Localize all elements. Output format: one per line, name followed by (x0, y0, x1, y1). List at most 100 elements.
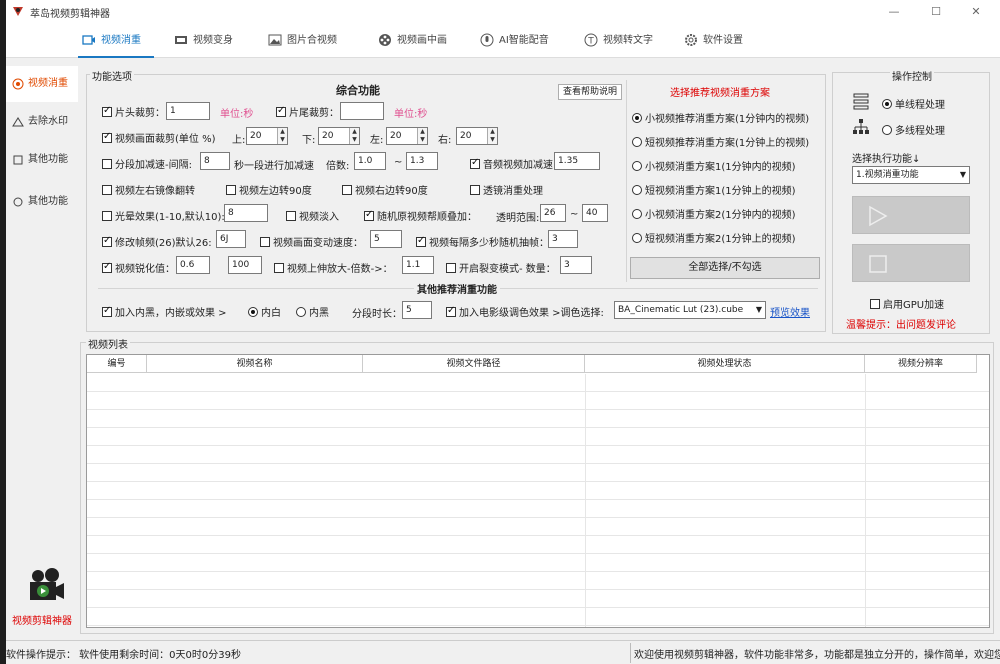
intro-trim-input[interactable]: 1 (166, 102, 210, 120)
opacity-max-input[interactable]: 40 (582, 204, 608, 222)
stop-icon (869, 255, 887, 273)
frame-drop-checkbox[interactable]: 视频每隔多少秒随机抽帧： (416, 234, 549, 249)
inner-black-radio[interactable]: 内黑 (296, 304, 329, 319)
image-icon (268, 34, 282, 46)
tab-video-transform[interactable]: 视频变身 (174, 24, 233, 58)
scheme-option-radio[interactable]: 短视频消重方案2(1分钟上的视频) (632, 230, 796, 245)
crop-top-stepper[interactable]: 20 ▲ ▼ (246, 127, 288, 145)
crop-down-stepper[interactable]: 20 ▲ ▼ (318, 127, 360, 145)
function-select[interactable]: 1.视频消重功能 ▼ (852, 166, 970, 184)
crop-left-stepper[interactable]: 20 ▲ ▼ (386, 127, 428, 145)
stop-button[interactable] (852, 244, 970, 282)
glow-effect-checkbox[interactable]: 光晕效果(1-10,默认10): (102, 208, 225, 223)
sharpen-input-2[interactable]: 100 (228, 256, 262, 274)
crop-left-label: 左: (370, 135, 384, 146)
radio-indicator (632, 185, 642, 195)
inner-white-radio[interactable]: 内白 (248, 304, 281, 319)
av-speed-input[interactable]: 1.35 (554, 152, 600, 170)
segment-duration-label: 分段时长： (352, 309, 402, 320)
tab-image-to-video[interactable]: 图片合视频 (268, 24, 337, 58)
col-header-path[interactable]: 视频文件路径 (363, 355, 585, 373)
col-header-id[interactable]: 编号 (87, 355, 147, 373)
sharpen-input-1[interactable]: 0.6 (176, 256, 210, 274)
scheme-option-label: 小视频消重方案1(1分钟内的视频) (645, 162, 796, 173)
tab-label: 图片合视频 (287, 35, 337, 46)
video-list-title: 视频列表 (86, 336, 130, 351)
color-grade-checkbox[interactable]: 加入电影级调色效果 >调色选择: (446, 304, 604, 319)
outro-trim-checkbox[interactable]: 片尾裁剪： (276, 104, 339, 119)
col-header-resolution[interactable]: 视频分辨率 (865, 355, 977, 373)
opacity-range-label: 透明范围: (496, 213, 540, 224)
crop-right-stepper[interactable]: 20 ▲ ▼ (456, 127, 498, 145)
lut-select[interactable]: BA_Cinematic Lut (23).cube ▼ (614, 301, 766, 319)
segment-interval-input[interactable]: 8 (200, 152, 230, 170)
scheme-option-radio[interactable]: 小视频消重方案1(1分钟内的视频) (632, 158, 796, 173)
intro-trim-checkbox[interactable]: 片头裁剪： (102, 104, 165, 119)
fission-mode-checkbox[interactable]: 开启裂变模式- 数量： (446, 260, 556, 275)
zoom-checkbox[interactable]: 视频上伸放大-倍数->： (274, 260, 393, 275)
tab-picture-in-picture[interactable]: 视频画中画 (378, 24, 447, 58)
gpu-checkbox[interactable]: 启用GPU加速 (870, 296, 944, 311)
glow-effect-input[interactable]: 8 (224, 204, 268, 222)
minimize-button[interactable]: — (874, 0, 914, 24)
multi-thread-radio[interactable]: 多线程处理 (882, 122, 945, 137)
sidebar-item-other-1[interactable]: 其他功能 (6, 142, 78, 178)
tab-ai-voice[interactable]: AI智能配音 (480, 24, 549, 58)
tab-video-to-text[interactable]: T 视频转文字 (584, 24, 653, 58)
motion-speed-input[interactable]: 5 (370, 230, 402, 248)
select-all-button[interactable]: 全部选择/不勾选 (630, 257, 820, 279)
zoom-input[interactable]: 1.1 (402, 256, 434, 274)
sidebar-item-video-dedup[interactable]: 视频消重 (6, 66, 78, 102)
av-speed-checkbox[interactable]: 音频视频加减速: (470, 156, 556, 171)
preview-link[interactable]: 预览效果 (770, 304, 810, 319)
reel-icon (379, 34, 391, 46)
tab-settings[interactable]: 软件设置 (684, 24, 743, 58)
sidebar-item-label: 视频消重 (28, 78, 68, 89)
frame-drop-input[interactable]: 3 (548, 230, 578, 248)
overlay-checkbox[interactable]: 随机原视频帮顺叠加： (364, 208, 477, 223)
fission-count-input[interactable]: 3 (560, 256, 592, 274)
sharpen-checkbox[interactable]: 视频锐化值： (102, 260, 175, 275)
fade-in-checkbox[interactable]: 视频淡入 (286, 208, 339, 223)
framerate-checkbox[interactable]: 修改帧频(26)默认26: (102, 234, 212, 249)
close-button[interactable]: ✕ (956, 0, 996, 24)
sidebar-item-other-2[interactable]: 其他功能 (6, 184, 78, 220)
lens-dedup-checkbox[interactable]: 透镜消重处理 (470, 182, 543, 197)
scheme-option-radio[interactable]: 短视频推荐消重方案(1分钟上的视频) (632, 134, 809, 149)
scheme-option-radio[interactable]: 小视频消重方案2(1分钟内的视频) (632, 206, 796, 221)
status-left: 软件操作提示： 软件使用剩余时间：0天0时0分39秒 (6, 650, 241, 661)
motion-speed-checkbox[interactable]: 视频画面变动速度： (260, 234, 363, 249)
sidebar-item-remove-watermark[interactable]: 去除水印 (6, 104, 78, 140)
rotate-left-checkbox[interactable]: 视频左边转90度 (226, 182, 312, 197)
segment-duration-input[interactable]: 5 (402, 301, 432, 319)
outro-trim-input[interactable] (340, 102, 384, 120)
sidebar-item-label: 其他功能 (28, 196, 68, 207)
maximize-button[interactable]: ☐ (916, 0, 956, 24)
crop-checkbox[interactable]: 视频画面裁剪(单位 %) (102, 130, 215, 145)
framerate-input[interactable]: 6J (216, 230, 246, 248)
function-options-title: 功能选项 (90, 68, 134, 83)
start-button[interactable] (852, 196, 970, 234)
video-camera-icon (30, 568, 64, 600)
text-icon: T (584, 33, 598, 47)
scheme-option-radio[interactable]: 短视频消重方案1(1分钟上的视频) (632, 182, 796, 197)
help-button[interactable]: 查看帮助说明 (558, 84, 622, 100)
tab-video-dedup[interactable]: 视频消重 (78, 24, 154, 58)
sidebar-item-label: 去除水印 (28, 116, 68, 127)
mirror-flip-checkbox[interactable]: 视频左右镜像翻转 (102, 182, 195, 197)
segment-speed-checkbox[interactable]: 分段加减速-间隔: (102, 156, 192, 171)
col-header-name[interactable]: 视频名称 (147, 355, 363, 373)
column-divider (865, 374, 866, 627)
range-separator: ~ (570, 209, 579, 220)
speed-min-input[interactable]: 1.0 (354, 152, 386, 170)
rotate-right-checkbox[interactable]: 视频右边转90度 (342, 182, 428, 197)
speed-max-input[interactable]: 1.3 (406, 152, 438, 170)
intro-trim-unit: 单位:秒 (220, 109, 254, 120)
col-header-status[interactable]: 视频处理状态 (585, 355, 865, 373)
scheme-option-radio[interactable]: 小视频推荐消重方案(1分钟内的视频) (632, 110, 809, 125)
inner-border-checkbox[interactable]: 加入内黑，内嵌或效果 > (102, 304, 227, 319)
single-thread-radio[interactable]: 单线程处理 (882, 96, 945, 111)
video-table[interactable]: 编号 视频名称 视频文件路径 视频处理状态 视频分辨率 (86, 354, 990, 628)
opacity-min-input[interactable]: 26 (540, 204, 566, 222)
tab-label: 视频转文字 (603, 35, 653, 46)
